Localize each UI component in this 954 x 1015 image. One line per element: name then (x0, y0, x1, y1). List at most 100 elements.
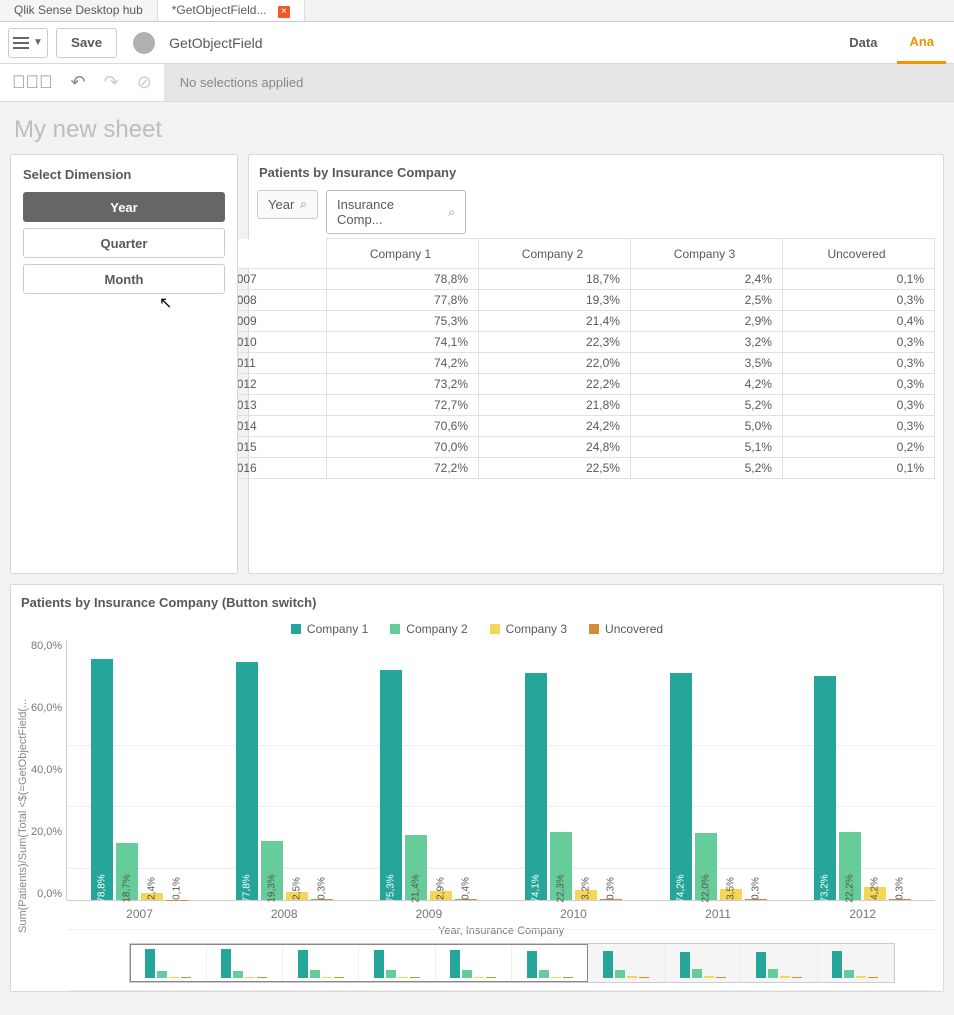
row-dim-cell[interactable]: 2014 (224, 416, 327, 437)
bar[interactable]: 2,5% (286, 892, 308, 900)
dimension-button-year[interactable]: Year (23, 192, 225, 222)
table-row[interactable]: 200877,8%19,3%2,5%0,3% (224, 290, 935, 311)
row-dim-cell[interactable]: 2013 (224, 395, 327, 416)
bar-group[interactable]: 77,8% 19,3% 2,5%0,3% (212, 662, 357, 900)
bar[interactable]: 73,2% (814, 676, 836, 900)
value-cell: 72,2% (327, 458, 479, 479)
legend-item[interactable]: Company 3 (490, 622, 567, 636)
selections-back-icon[interactable]: ↶ (71, 72, 86, 93)
bar-group[interactable]: 78,8%18,7%2,4%0,1% (67, 659, 212, 900)
table-row[interactable]: 200778,8%18,7%2,4%0,1% (224, 269, 935, 290)
legend-label: Company 2 (406, 622, 467, 636)
smart-search-icon[interactable]: �⃝⌕ (12, 72, 53, 93)
bar-group[interactable]: 73,2% 22,2% 4,2%0,3% (790, 676, 935, 900)
navigator-segment[interactable] (588, 944, 664, 982)
table-row[interactable]: 201273,2%22,2%4,2%0,3% (224, 374, 935, 395)
bar[interactable]: 74,2% (670, 673, 692, 900)
navigator-segment[interactable] (741, 944, 817, 982)
bar[interactable]: 22,2% (839, 832, 861, 900)
legend-item[interactable]: Company 2 (390, 622, 467, 636)
value-cell: 5,2% (630, 458, 782, 479)
pivot-table-object[interactable]: Patients by Insurance Company Year ⌕ Ins… (248, 154, 944, 574)
pivot-table[interactable]: Company 1Company 2Company 3Uncovered 200… (223, 238, 935, 479)
row-dim-cell[interactable]: 2012 (224, 374, 327, 395)
row-dim-cell[interactable]: 2011 (224, 353, 327, 374)
bar[interactable]: 77,8% (236, 662, 258, 900)
table-row[interactable]: 201174,2%22,0%3,5%0,3% (224, 353, 935, 374)
bar[interactable]: 75,3% (380, 670, 402, 900)
table-row[interactable]: 201470,6%24,2%5,0%0,3% (224, 416, 935, 437)
column-header[interactable]: Company 2 (479, 239, 631, 269)
column-dimension-search[interactable]: Insurance Comp... ⌕ (326, 190, 466, 234)
navigator-segment[interactable] (818, 944, 894, 982)
table-row[interactable]: 201672,2%22,5%5,2%0,1% (224, 458, 935, 479)
row-dim-cell[interactable]: 2016 (224, 458, 327, 479)
bar[interactable]: 22,0% (695, 833, 717, 900)
table-row[interactable]: 200975,3%21,4%2,9%0,4% (224, 311, 935, 332)
bar[interactable]: 4,2% (864, 887, 886, 900)
plot-area[interactable]: 78,8%18,7%2,4%0,1%77,8%19,3%2,5%0,3%75,3… (67, 640, 935, 991)
column-header[interactable]: Company 3 (630, 239, 782, 269)
row-dim-cell[interactable]: 2007 (224, 269, 327, 290)
row-dim-cell[interactable]: 2010 (224, 332, 327, 353)
value-cell: 75,3% (327, 311, 479, 332)
navigator-segment[interactable] (436, 944, 512, 982)
navigator-segment[interactable] (512, 944, 588, 982)
y-axis: 80,0%60,0%40,0%20,0%0,0% (31, 640, 67, 900)
menu-button[interactable]: ▼ (8, 28, 48, 58)
chart-title: Patients by Insurance Company (Button sw… (11, 585, 943, 614)
tab-hub[interactable]: Qlik Sense Desktop hub (0, 0, 158, 21)
sheet-title[interactable]: My new sheet (0, 102, 954, 154)
bar-group[interactable]: 75,3%21,4%2,9%0,4% (356, 670, 501, 900)
nav-analyze[interactable]: Ana (897, 22, 946, 64)
bar[interactable]: 22,3% (550, 832, 572, 900)
bar[interactable]: 18,7% (116, 843, 138, 900)
nav-data[interactable]: Data (837, 35, 889, 50)
bar[interactable]: 0,3% (600, 899, 622, 900)
navigator-segment[interactable] (359, 944, 435, 982)
bar-chart-object[interactable]: Patients by Insurance Company (Button sw… (10, 584, 944, 992)
column-header[interactable]: Uncovered (782, 239, 934, 269)
bar[interactable]: 0,3% (745, 899, 767, 900)
bar-group[interactable]: 74,1%22,3%3,2%0,3% (501, 673, 646, 900)
bar-label: 19,3% (266, 874, 277, 902)
dimension-button-month[interactable]: Month (23, 264, 225, 294)
tab-app-label: *GetObjectField... (172, 3, 267, 17)
bar-group[interactable]: 74,2%22,0%3,5%0,3% (646, 673, 791, 900)
bar[interactable]: 74,1% (525, 673, 547, 900)
bar[interactable]: 2,4% (141, 893, 163, 900)
bar[interactable]: 19,3% (261, 841, 283, 900)
save-button[interactable]: Save (56, 28, 117, 58)
close-icon[interactable]: × (278, 6, 290, 18)
tab-app[interactable]: *GetObjectField... × (158, 0, 305, 21)
row-dimension-search[interactable]: Year ⌕ (257, 190, 318, 219)
navigator-segment[interactable] (207, 944, 283, 982)
table-row[interactable]: 201570,0%24,8%5,1%0,2% (224, 437, 935, 458)
bar[interactable]: 0,4% (455, 899, 477, 900)
navigator-segment[interactable] (665, 944, 741, 982)
table-row[interactable]: 201372,7%21,8%5,2%0,3% (224, 395, 935, 416)
bar[interactable]: 2,9% (430, 891, 452, 900)
dimension-button-quarter[interactable]: Quarter (23, 228, 225, 258)
table-row[interactable]: 201074,1%22,3%3,2%0,3% (224, 332, 935, 353)
navigator-segment[interactable] (283, 944, 359, 982)
bar[interactable]: 0,3% (889, 899, 911, 900)
app-name: GetObjectField (169, 35, 829, 51)
row-dim-cell[interactable]: 2015 (224, 437, 327, 458)
navigator-segment[interactable] (130, 944, 206, 982)
legend-item[interactable]: Company 1 (291, 622, 368, 636)
bar[interactable]: 78,8% (91, 659, 113, 900)
column-header[interactable]: Company 1 (327, 239, 479, 269)
row-dim-cell[interactable]: 2008 (224, 290, 327, 311)
bar-label: 22,2% (845, 874, 856, 902)
value-cell: 0,3% (782, 374, 934, 395)
row-dim-cell[interactable]: 2009 (224, 311, 327, 332)
bar[interactable]: 0,3% (311, 899, 333, 900)
value-cell: 22,0% (479, 353, 631, 374)
bar-label: 0,3% (750, 877, 761, 900)
bar[interactable]: 3,2% (575, 890, 597, 900)
bar[interactable]: 21,4% (405, 835, 427, 900)
legend-item[interactable]: Uncovered (589, 622, 663, 636)
chart-navigator[interactable] (129, 943, 895, 983)
bar[interactable]: 3,5% (720, 889, 742, 900)
